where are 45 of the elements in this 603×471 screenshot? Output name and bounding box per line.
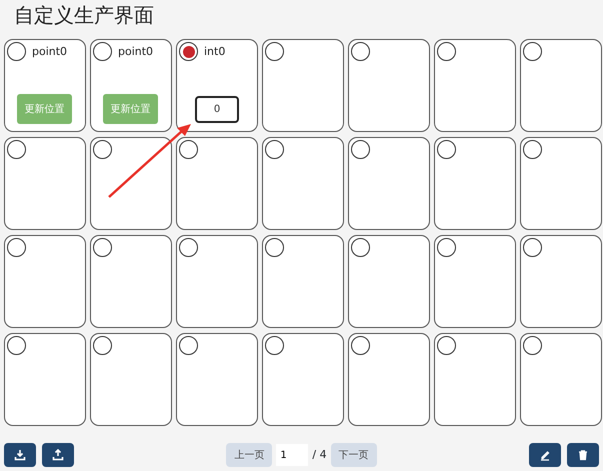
delete-button[interactable] [567, 443, 600, 467]
radio-button[interactable] [523, 140, 542, 159]
edit-button[interactable] [529, 443, 562, 467]
radio-button[interactable] [351, 238, 370, 257]
radio-button[interactable] [179, 336, 198, 355]
radio-button[interactable] [351, 42, 370, 61]
radio-button[interactable] [179, 140, 198, 159]
radio-button[interactable] [265, 238, 284, 257]
radio-button[interactable] [523, 336, 542, 355]
radio-button[interactable] [93, 336, 112, 355]
next-page-button[interactable]: 下一页 [330, 443, 377, 467]
widget-label: point0 [118, 44, 154, 60]
radio-button[interactable] [179, 238, 198, 257]
radio-button[interactable] [437, 140, 456, 159]
value-field[interactable]: 0 [195, 96, 239, 123]
radio-button[interactable] [437, 336, 456, 355]
radio-button[interactable] [351, 336, 370, 355]
radio-button[interactable] [7, 336, 26, 355]
radio-button[interactable] [437, 42, 456, 61]
radio-button[interactable] [93, 140, 112, 159]
radio-button[interactable] [7, 42, 26, 61]
upload-icon [52, 449, 64, 461]
radio-button[interactable] [265, 42, 284, 61]
radio-button[interactable] [265, 140, 284, 159]
download-icon [14, 449, 26, 461]
page-field[interactable]: 1 [276, 444, 308, 466]
prev-page-button[interactable]: 上一页 [226, 443, 272, 467]
radio-button[interactable] [351, 140, 370, 159]
radio-button[interactable] [93, 238, 112, 257]
widget-label: point0 [32, 44, 68, 60]
radio-button[interactable] [523, 42, 542, 61]
edit-icon [539, 449, 552, 461]
widget-label: int0 [204, 44, 226, 60]
trash-icon [577, 449, 590, 461]
radio-button[interactable] [437, 238, 456, 257]
upload-button[interactable] [42, 443, 74, 467]
download-button[interactable] [4, 443, 36, 467]
radio-button[interactable] [179, 42, 198, 61]
radio-button[interactable] [7, 140, 26, 159]
page-title: 自定义生产界面 [13, 2, 155, 29]
radio-button[interactable] [7, 238, 26, 257]
radio-button[interactable] [265, 336, 284, 355]
radio-button[interactable] [523, 238, 542, 257]
radio-button[interactable] [93, 42, 112, 61]
page-total: / 4 [312, 446, 327, 463]
